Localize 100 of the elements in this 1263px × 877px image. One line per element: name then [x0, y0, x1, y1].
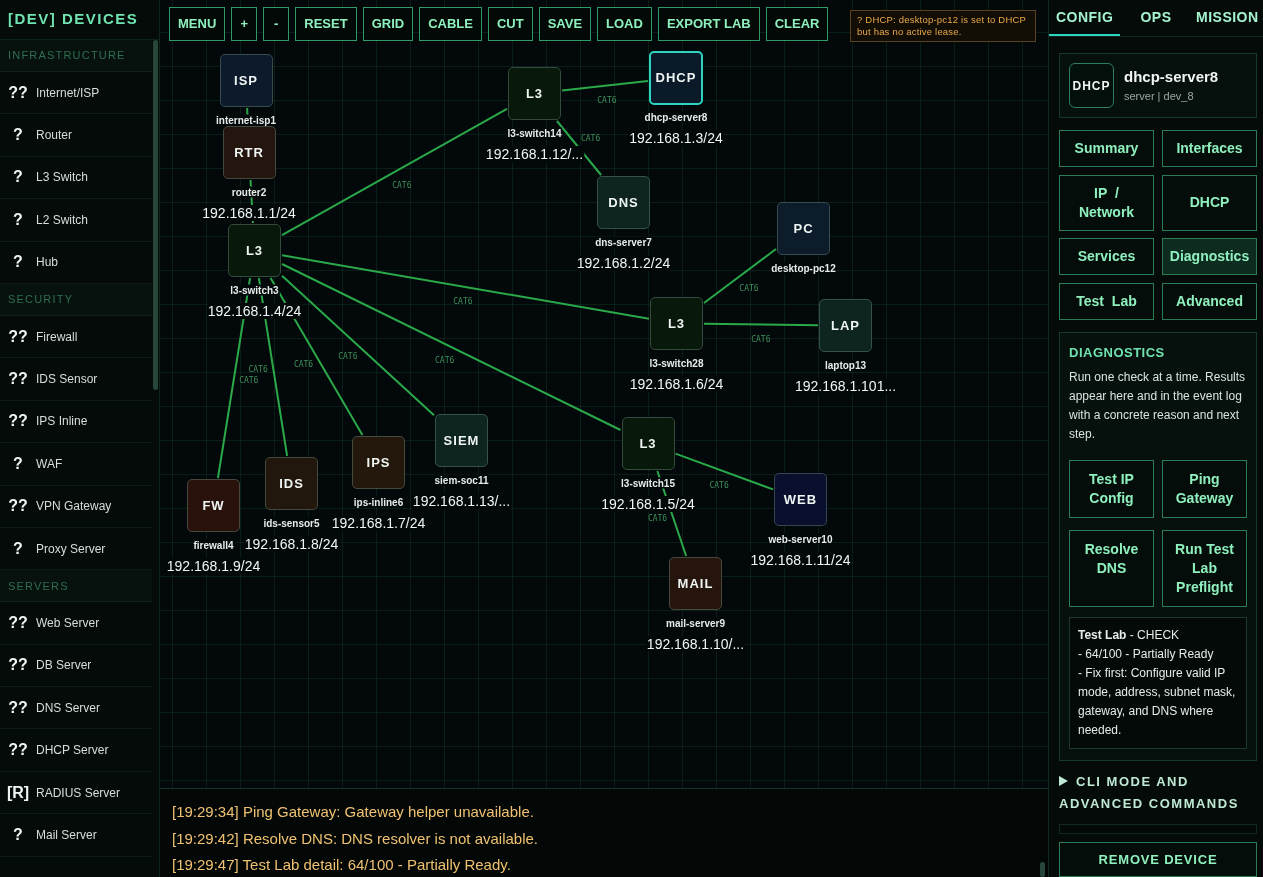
node-label: laptop13: [823, 359, 868, 370]
ip-label: 192.168.1.5/24: [600, 495, 696, 512]
section-button[interactable]: Summary: [1059, 130, 1154, 167]
panel-tab[interactable]: OPS: [1120, 0, 1192, 36]
device-node[interactable]: RTR: [222, 126, 276, 179]
node-label: l3-switch15: [620, 477, 676, 488]
section-button[interactable]: Test Lab: [1059, 282, 1154, 320]
ip-label: 192.168.1.9/24: [165, 557, 262, 574]
ip-label: 192.168.1.13/...: [411, 492, 512, 509]
ip-label: 192.168.1.101...: [793, 377, 898, 394]
glyph-icon: ??: [4, 695, 32, 720]
toolbar-button[interactable]: +: [231, 7, 258, 41]
device-node[interactable]: DHCP: [649, 51, 703, 105]
ip-label: 192.168.1.3/24: [628, 130, 724, 146]
network-canvas[interactable]: [160, 0, 1048, 788]
glyph-icon: ??: [4, 324, 32, 349]
toolbar-button[interactable]: RESET: [295, 7, 357, 41]
glyph-icon: ??: [4, 494, 32, 519]
ip-label: 192.168.1.6/24: [628, 375, 725, 392]
device-list-item[interactable]: ?? Firewall: [0, 315, 152, 359]
cable-label: CAT6: [739, 283, 759, 293]
node-label: l3-switch3: [229, 284, 280, 295]
cable-label: CAT6: [392, 180, 412, 190]
glyph-icon: [R]: [4, 780, 32, 805]
toolbar-button[interactable]: SAVE: [538, 7, 592, 41]
device-list-item[interactable]: ?? DB Server: [0, 644, 152, 688]
device-node[interactable]: LAP: [819, 299, 872, 352]
device-node[interactable]: L3: [508, 67, 561, 120]
log-entry: [19:29:42] Resolve DNS: DNS resolver is not available.: [172, 828, 538, 849]
device-list-item[interactable]: ?? VPN Gateway: [0, 485, 152, 528]
cable-label: CAT6: [338, 352, 358, 362]
diagnostic-button[interactable]: Ping Gateway: [1162, 460, 1247, 518]
device-node[interactable]: FW: [187, 479, 240, 532]
ip-label: 192.168.1.1/24: [201, 204, 297, 221]
node-label: firewall4: [192, 539, 235, 550]
device-name: dhcp-server8: [1124, 68, 1219, 86]
node-label: ips-inline6: [352, 496, 405, 507]
toolbar-button[interactable]: CABLE: [419, 7, 482, 41]
toolbar-button[interactable]: -: [263, 7, 290, 41]
device-node[interactable]: PC: [777, 202, 830, 255]
section-button[interactable]: Diagnostics: [1162, 238, 1257, 275]
device-node[interactable]: WEB: [774, 473, 827, 526]
device-node[interactable]: SIEM: [435, 414, 488, 467]
toolbar-button[interactable]: GRID: [362, 7, 414, 41]
diagnostic-button[interactable]: Test IP Config: [1069, 460, 1154, 518]
device-node[interactable]: L3: [621, 417, 675, 470]
device-node[interactable]: IDS: [265, 457, 318, 510]
device-list-item[interactable]: ? L2 Switch: [0, 199, 152, 242]
device-list-item[interactable]: ?? IPS Inline: [0, 400, 152, 444]
cable-label: CAT6: [751, 335, 771, 344]
device-list-item[interactable]: ? Router: [0, 114, 152, 157]
device-list-item[interactable]: ? L3 Switch: [0, 156, 152, 200]
glyph-icon: ??: [4, 653, 32, 678]
device-list-item[interactable]: ? Mail Server: [0, 814, 152, 857]
glyph-icon: ?: [4, 250, 32, 275]
device-list-item[interactable]: ?? Web Server: [0, 602, 152, 645]
glyph-icon: ?: [4, 451, 32, 476]
device-node[interactable]: L3: [650, 297, 703, 350]
section-button[interactable]: Services: [1059, 238, 1154, 275]
glyph-icon: ?: [4, 123, 32, 148]
cable-label: CAT6: [293, 359, 314, 369]
cable-label: CAT6: [248, 364, 268, 374]
scrollbar-thumb[interactable]: [153, 40, 158, 390]
scrollbar-thumb[interactable]: [1040, 862, 1045, 877]
toolbar-button[interactable]: MENU: [169, 7, 226, 41]
device-list-item[interactable]: ?? Internet/ISP: [0, 72, 152, 115]
panel-tab[interactable]: MISSION: [1191, 0, 1263, 36]
section-button[interactable]: IP / Network: [1059, 174, 1154, 231]
device-node[interactable]: MAIL: [669, 557, 722, 610]
glyph-icon: ?: [4, 207, 32, 232]
panel-heading: DIAGNOSTICS: [1069, 344, 1165, 362]
device-node[interactable]: ISP: [219, 54, 273, 107]
toolbar-button[interactable]: CUT: [487, 7, 533, 41]
node-label: router2: [230, 186, 268, 197]
section-button[interactable]: Advanced: [1162, 282, 1257, 320]
node-label: dhcp-server8: [643, 111, 709, 123]
toolbar-button[interactable]: LOAD: [597, 7, 652, 41]
device-list-item[interactable]: ? Hub: [0, 241, 152, 284]
device-list-item[interactable]: ?? DNS Server: [0, 687, 152, 730]
device-list-item[interactable]: ? WAF: [0, 443, 152, 486]
device-list-item[interactable]: ?? DHCP Server: [0, 729, 152, 772]
disclosure-toggle[interactable]: CLI MODE AND ADVANCED COMMANDS: [1059, 771, 1257, 815]
glyph-icon: ??: [4, 738, 32, 763]
diagnostic-button[interactable]: Resolve DNS: [1069, 530, 1154, 607]
node-label: l3-switch28: [648, 357, 705, 368]
toolbar-button[interactable]: CLEAR: [765, 7, 829, 41]
device-list-item[interactable]: [R] RADIUS Server: [0, 771, 152, 815]
device-list-item[interactable]: ?? IDS Sensor: [0, 358, 152, 401]
section-button[interactable]: DHCP: [1162, 174, 1257, 231]
device-node[interactable]: DNS: [597, 176, 650, 229]
log-entry: [19:29:34] Ping Gateway: Gateway helper unavailable.: [172, 802, 534, 822]
panel-tab[interactable]: CONFIG: [1049, 0, 1121, 36]
section-button[interactable]: Interfaces: [1162, 130, 1257, 167]
ip-label: 192.168.1.7/24: [330, 514, 427, 531]
device-node[interactable]: IPS: [352, 436, 405, 489]
toolbar-button[interactable]: EXPORT LAB: [657, 7, 760, 41]
diagnostic-button[interactable]: Run Test Lab Preflight: [1162, 530, 1247, 607]
node-label: siem-soc11: [433, 474, 490, 485]
remove-device-button[interactable]: REMOVE DEVICE: [1059, 842, 1257, 877]
device-node[interactable]: L3: [228, 224, 281, 277]
